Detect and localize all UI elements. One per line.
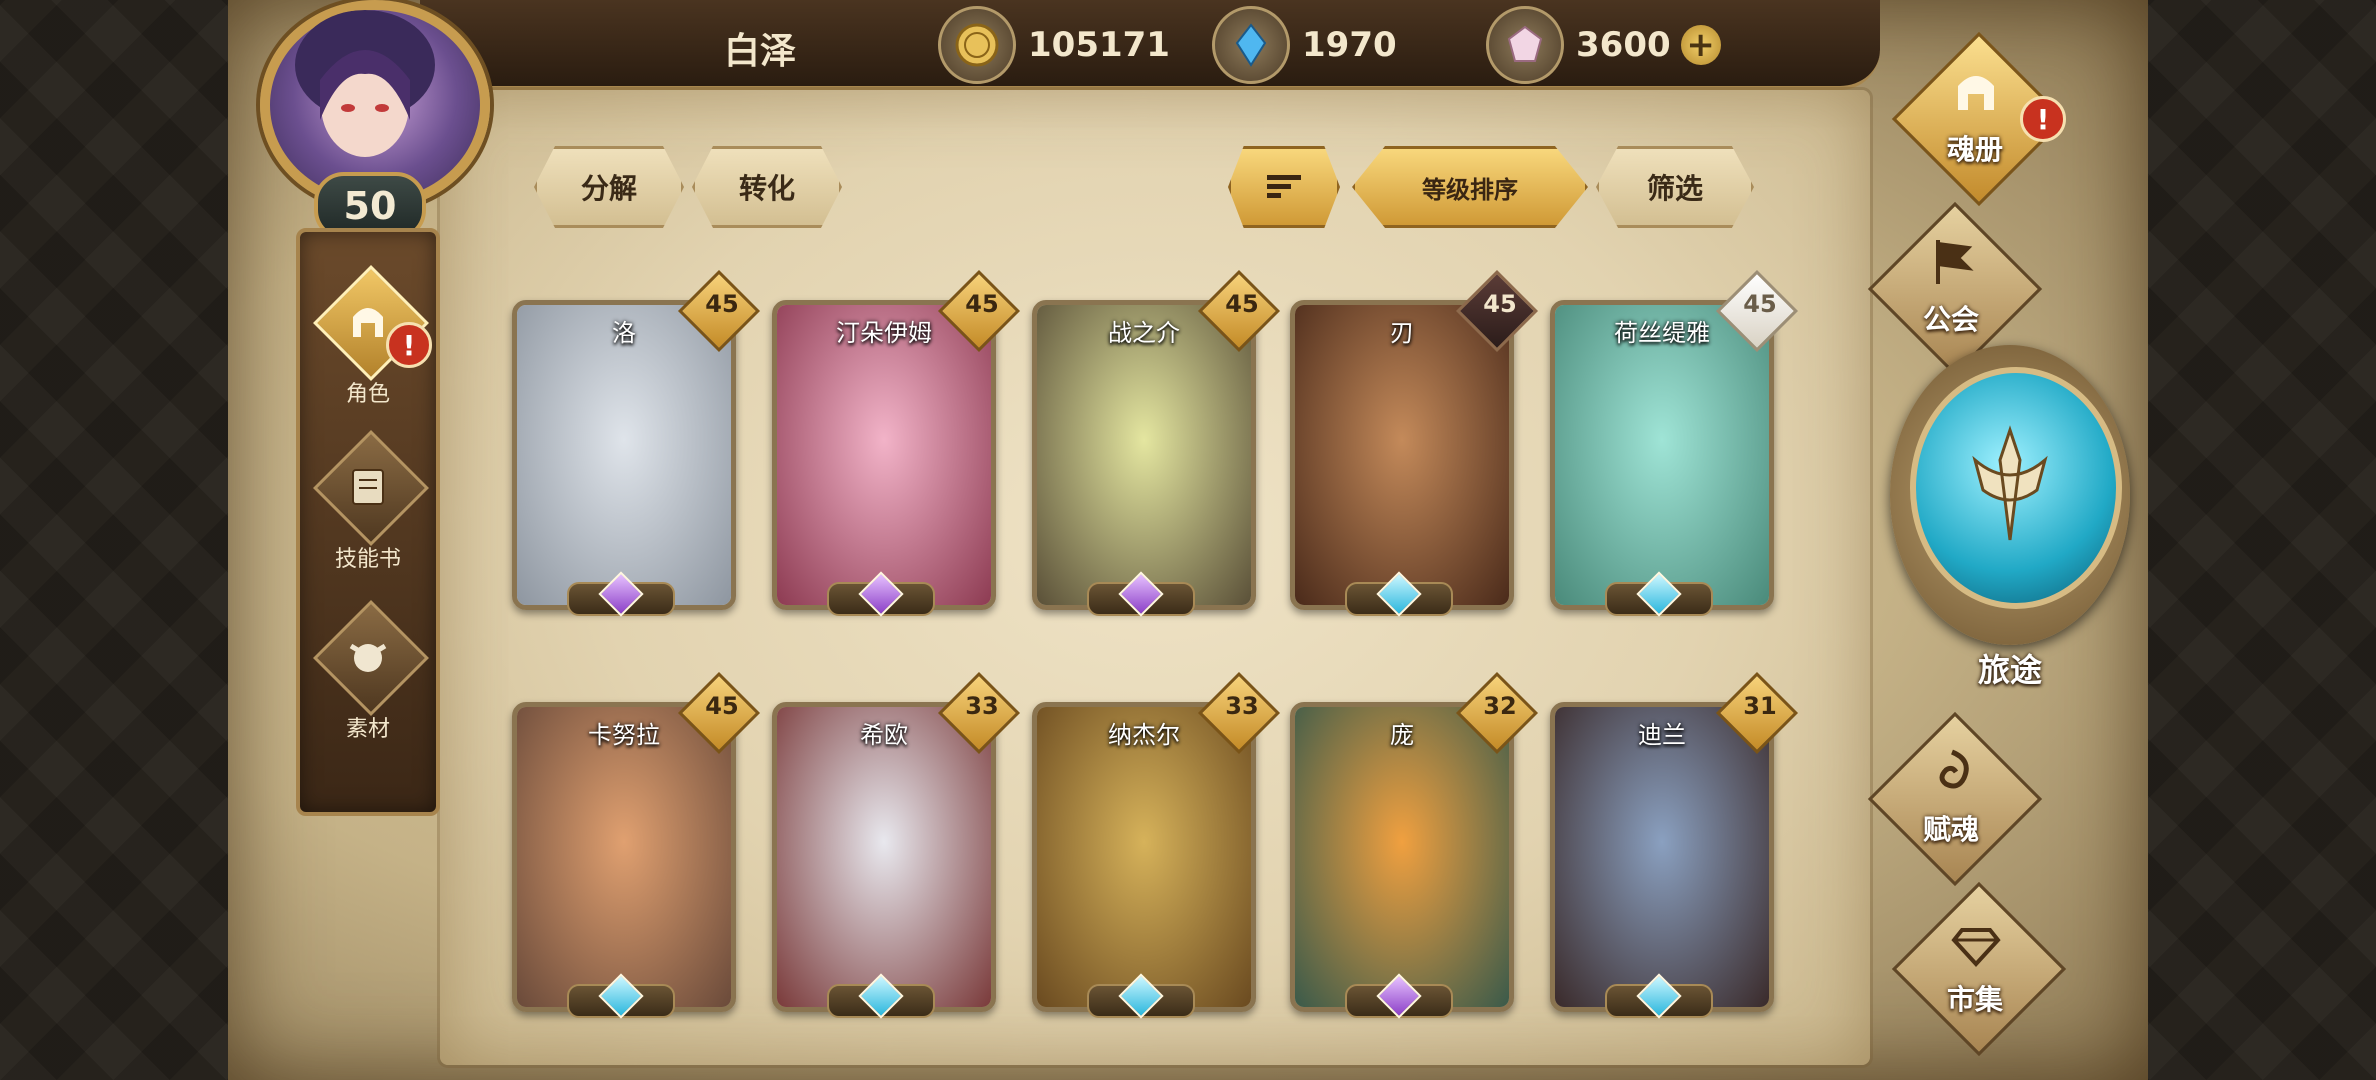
sort-order-button[interactable] [1228,146,1340,228]
character-card[interactable]: 纳杰尔 33 [1032,671,1281,1022]
character-portrait [1555,707,1769,1007]
blue-rarity-gem-icon [1345,571,1453,617]
guild-button[interactable]: 公会 [1856,201,2056,377]
purple-rarity-gem-icon [1087,571,1195,617]
card-frame: 战之介 [1032,300,1256,610]
character-level: 45 [1743,290,1777,318]
character-card[interactable]: 洛 45 [512,269,761,620]
character-level: 45 [705,692,739,720]
gold-coin-icon [938,6,1016,84]
helmet-icon [1944,60,2008,124]
character-level: 31 [1743,692,1777,720]
blue-rarity-gem-icon [827,973,935,1019]
character-portrait [1555,305,1769,605]
character-card[interactable]: 迪兰 31 [1550,671,1799,1022]
gem-amount: 3600 [1576,25,1671,65]
diamond-icon [1944,910,2008,974]
card-frame: 希欧 [772,702,996,1012]
market-button[interactable]: 市集 [1880,881,2080,1057]
card-frame: 卡努拉 [512,702,736,1012]
soul-book-button[interactable]: 魂册 ! [1880,31,2080,207]
guild-flag-icon [1920,230,1984,294]
add-gem-button[interactable]: + [1680,25,1721,65]
character-level: 32 [1483,692,1517,720]
alert-badge: ! [386,322,432,368]
alert-badge: ! [2020,96,2066,142]
character-level: 45 [1483,290,1517,318]
sidebar-item-material[interactable]: 素材 [300,600,436,767]
character-card[interactable]: 荷丝缇雅 45 [1550,269,1799,620]
character-portrait [517,707,731,1007]
crystal-currency: 1970 [1212,6,1397,84]
market-label: 市集 [1946,983,2003,1016]
swirl-icon [1920,740,1984,804]
gem-currency[interactable]: 3600 + [1486,6,1721,84]
player-avatar-frame[interactable]: 50 [232,0,502,240]
sort-icon [1267,175,1301,198]
character-card[interactable]: 刃 45 [1290,269,1539,620]
sidebar-item-skill-book[interactable]: 技能书 [300,430,436,597]
character-card[interactable]: 希欧 33 [772,671,1021,1022]
blue-rarity-gem-icon [567,973,675,1019]
sidebar-item-label: 角色 [345,382,390,407]
card-frame: 纳杰尔 [1032,702,1256,1012]
gold-amount: 105171 [1028,25,1170,65]
convert-button[interactable]: 转化 [692,146,842,228]
material-icon [340,629,396,685]
player-name: 白泽 [723,31,796,72]
character-portrait [777,305,991,605]
blue-rarity-gem-icon [1605,973,1713,1019]
character-portrait [1295,707,1509,1007]
character-portrait [517,305,731,605]
character-level: 45 [965,290,999,318]
character-level: 45 [1225,290,1259,318]
sidebar-item-label: 素材 [345,717,390,742]
character-portrait [1037,305,1251,605]
character-card[interactable]: 汀朵伊姆 45 [772,269,1021,620]
purple-rarity-gem-icon [1345,973,1453,1019]
card-frame: 迪兰 [1550,702,1774,1012]
purple-rarity-gem-icon [567,571,675,617]
card-frame: 洛 [512,300,736,610]
card-frame: 荷丝缇雅 [1550,300,1774,610]
soul-infuse-label: 赋魂 [1922,813,1979,846]
left-sidebar: 角色 ! 技能书 素材 [296,228,440,816]
character-card[interactable]: 战之介 45 [1032,269,1281,620]
decompose-button[interactable]: 分解 [534,146,684,228]
filter-button[interactable]: 筛选 [1596,146,1754,228]
soul-infuse-button[interactable]: 赋魂 [1856,711,2056,887]
sort-level-button[interactable]: 等级排序 [1352,146,1588,228]
character-card[interactable]: 卡努拉 45 [512,671,761,1022]
pink-gem-icon [1486,6,1564,84]
character-portrait [777,707,991,1007]
gold-currency: 105171 [938,6,1170,84]
skill-book-icon [340,459,396,515]
trident-emblem-icon [1940,415,2080,555]
card-frame: 庞 [1290,702,1514,1012]
journey-button[interactable]: 旅途 [1880,345,2140,695]
character-level: 33 [965,692,999,720]
card-frame: 刃 [1290,300,1514,610]
guild-label: 公会 [1922,303,1979,336]
character-portrait [1295,305,1509,605]
blue-rarity-gem-icon [1605,571,1713,617]
purple-rarity-gem-icon [827,571,935,617]
card-frame: 汀朵伊姆 [772,300,996,610]
sidebar-item-label: 技能书 [334,547,401,572]
crystal-amount: 1970 [1302,25,1397,65]
blue-rarity-gem-icon [1087,973,1195,1019]
character-level: 33 [1225,692,1259,720]
character-level: 45 [705,290,739,318]
sidebar-item-character[interactable]: 角色 ! [300,265,436,432]
blue-crystal-icon [1212,6,1290,84]
character-card[interactable]: 庞 32 [1290,671,1539,1022]
journey-label: 旅途 [1977,651,2042,689]
character-portrait [1037,707,1251,1007]
